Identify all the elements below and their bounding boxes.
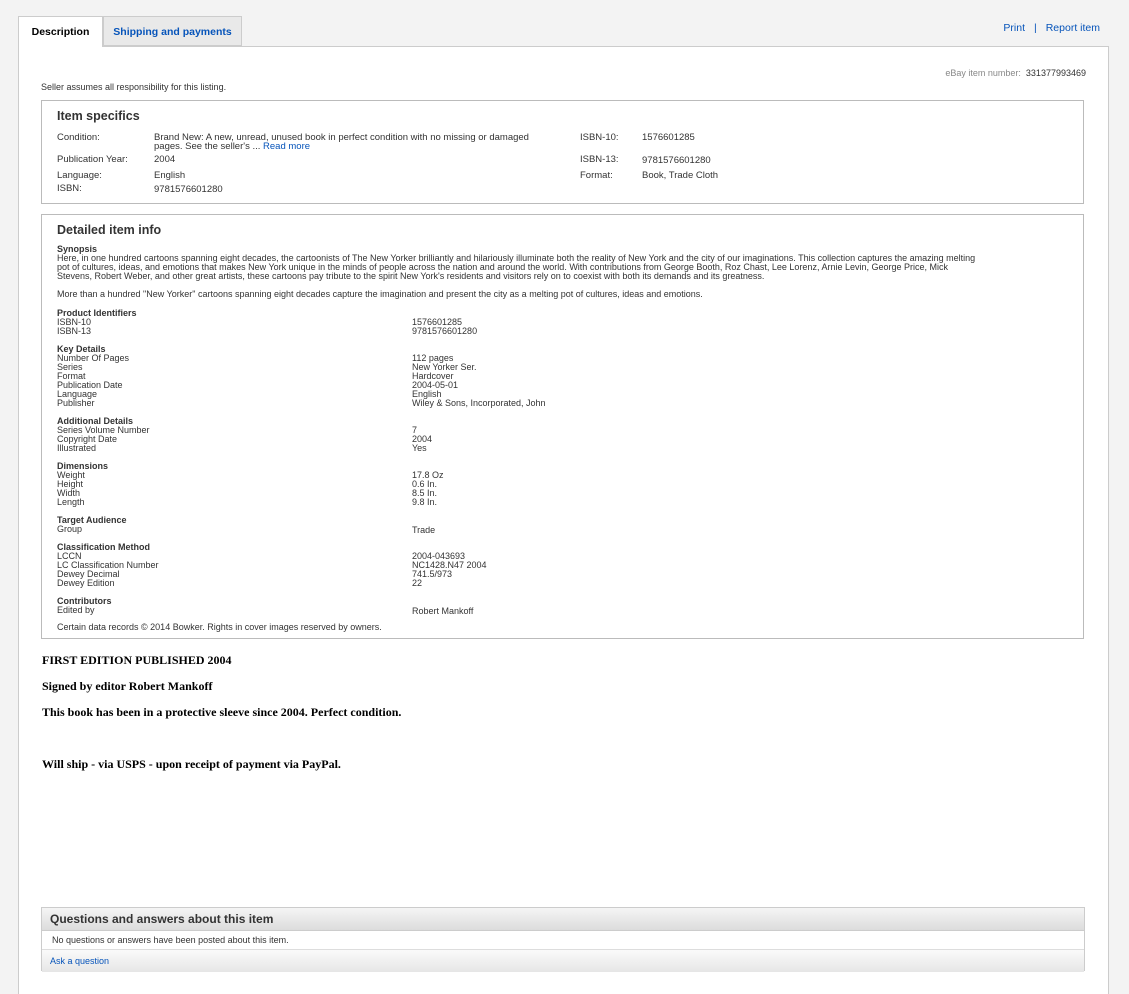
detail-row-value: Yes [412,443,427,453]
detail-row-label: Publisher [57,398,95,408]
seller-note: FIRST EDITION PUBLISHED 2004 [42,653,232,667]
synopsis-line: Stevens, Robert Weber, and other great a… [57,271,765,281]
publication-year-label: Publication Year: [57,154,128,165]
detail-row-value: Wiley & Sons, Incorporated, John [412,398,546,408]
ask-question-link[interactable]: Ask a question [50,956,109,966]
condition-value-2: pages. See the seller's ... [154,141,261,152]
detail-row-label: Group [57,524,83,534]
detail-row-label: Edited by [57,605,95,615]
questions-answers-box: Questions and answers about this item No… [41,907,1085,972]
read-more-link[interactable]: Read more [263,141,310,152]
condition-label: Condition: [57,132,100,143]
link-separator: | [1033,22,1037,34]
description-panel: eBay item number: 331377993469 Seller ass… [18,46,1109,994]
item-number-label: eBay item number: [945,68,1021,78]
isbn13-value: 9781576601280 [642,155,711,166]
qa-title: Questions and answers about this item [42,908,1084,931]
detail-row-label: Illustrated [57,443,97,453]
tab-description[interactable]: Description [18,16,103,47]
isbn-label: ISBN: [57,183,82,194]
seller-note: Will ship - via USPS - upon receipt of p… [42,757,341,771]
condition-value-cont: pages. See the seller's ... Read more [154,142,310,152]
item-specifics-title: Item specifics [57,109,140,123]
isbn10-value: 1576601285 [642,132,695,143]
report-item-link[interactable]: Report item [1046,22,1100,34]
detail-row-value: 9781576601280 [412,326,478,336]
publication-year-value: 2004 [154,154,176,165]
detail-row-value: 22 [412,578,423,588]
detail-row-label: Dewey Edition [57,578,115,588]
format-value: Book, Trade Cloth [642,170,719,181]
qa-empty-message: No questions or answers have been posted… [42,931,1084,950]
isbn-value: 9781576601280 [154,184,223,195]
detailed-item-info-box: Detailed item info Synopsis Here, in one… [41,214,1084,639]
bowker-footer: Certain data records © 2014 Bowker. Righ… [57,622,382,632]
language-value: English [154,170,186,181]
detail-row-value: 9.8 In. [412,497,438,507]
summary-text: More than a hundred "New Yorker" cartoon… [57,289,703,299]
detail-row-label: ISBN-13 [57,326,92,336]
qa-footer: Ask a question [42,950,1084,972]
top-links: Print | Report item [1003,22,1100,34]
isbn13-label: ISBN-13: [580,154,619,165]
detail-row-label: Length [57,497,85,507]
tab-shipping-and-payments[interactable]: Shipping and payments [103,16,242,46]
item-number-value: 331377993469 [1025,68,1086,78]
language-label: Language: [57,170,102,181]
format-label: Format: [580,170,613,181]
seller-responsibility-note: Seller assumes all responsibility for th… [41,82,227,92]
seller-note: Signed by editor Robert Mankoff [42,679,213,693]
detail-row-value: Trade [412,525,436,535]
detailed-item-info-title: Detailed item info [57,223,162,237]
seller-note: This book has been in a protective sleev… [42,705,402,719]
detail-row-value: Robert Mankoff [412,606,474,616]
item-specifics-box: Item specifics Condition: Brand New: A n… [41,100,1084,204]
item-number: eBay item number: 331377993469 [945,68,1086,78]
isbn10-label: ISBN-10: [580,132,619,143]
print-link[interactable]: Print [1003,22,1025,34]
